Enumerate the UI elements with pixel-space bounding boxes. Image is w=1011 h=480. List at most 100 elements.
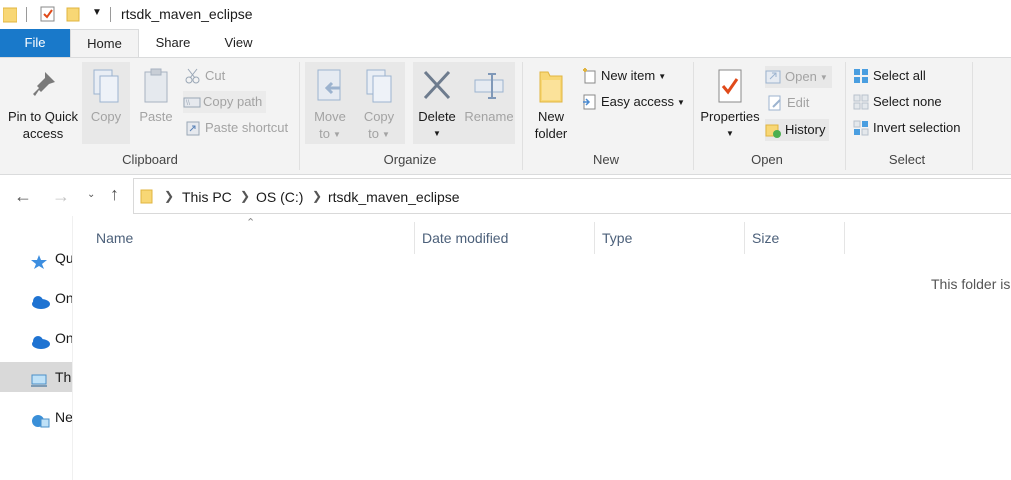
invert-selection-label: Invert selection [873,120,961,135]
open-icon [765,69,781,85]
nav-label: Ne [55,409,72,425]
address-bar[interactable]: ❯ This PC ❯ OS (C:) ❯ rtsdk_maven_eclips… [133,178,1011,214]
window-title: rtsdk_maven_eclipse [121,6,253,22]
cloud-icon [30,330,50,349]
breadcrumb-chevron-icon[interactable]: ❯ [240,189,250,203]
separator [110,7,111,22]
column-divider[interactable] [844,222,845,254]
pin-label-line2: access [22,126,64,141]
easy-access-label: Easy access [601,94,674,109]
pin-to-quick-access-button[interactable]: Pin to Quick access [4,68,82,142]
delete-x-icon [414,68,460,108]
column-divider[interactable] [594,222,595,254]
invert-selection-button[interactable]: Invert selection [853,117,960,139]
select-all-button[interactable]: Select all [853,65,926,87]
new-folder-button[interactable]: New folder [528,68,574,142]
nav-item-onedrive-2[interactable]: On [0,323,72,353]
column-header-date-modified[interactable]: Date modified [422,222,508,254]
new-group-label: New [592,152,619,167]
properties-button[interactable]: Properties ▼ [697,68,763,142]
new-item-button[interactable]: New item ▼ [581,65,666,87]
breadcrumb-current-folder[interactable]: rtsdk_maven_eclipse [328,189,460,205]
select-none-icon [853,94,869,110]
nav-item-quick-access[interactable]: Qu [0,243,72,273]
move-to-button[interactable]: Move to ▼ [307,68,353,143]
pin-icon [4,68,82,108]
open-button[interactable]: Open ▼ [765,66,832,88]
select-none-button[interactable]: Select none [853,91,942,113]
column-divider[interactable] [414,222,415,254]
edit-button[interactable]: Edit [767,92,809,114]
copy-icon [82,68,130,108]
rename-button[interactable]: Rename [463,68,515,125]
tab-share[interactable]: Share [139,29,207,57]
breadcrumb-this-pc[interactable]: This PC [182,189,232,205]
sort-up-icon: ⌃ [246,217,256,229]
up-arrow-icon[interactable]: ↑ [110,184,119,205]
open-label: Open [785,69,817,84]
column-header-size[interactable]: Size [752,222,779,254]
new-folder-label-2: folder [534,126,568,141]
back-arrow-icon[interactable]: ← [14,186,32,207]
properties-icon [697,68,763,108]
nav-label: Qu [55,250,72,266]
organize-group-label: Organize [383,152,437,167]
pin-label-line1: Pin to Quick [7,109,79,124]
tab-view[interactable]: View [207,29,270,57]
column-header-type[interactable]: Type [602,222,632,254]
nav-item-onedrive-1[interactable]: On [0,283,72,313]
dropdown-caret-icon: ▼ [676,97,685,107]
title-bar: ▼ rtsdk_maven_eclipse [0,0,1011,29]
copy-label: Copy [90,109,122,124]
dropdown-caret-icon: ▼ [332,130,341,140]
breadcrumb-chevron-icon[interactable]: ❯ [164,189,174,203]
cut-label: Cut [205,68,226,83]
paste-button[interactable]: Paste [133,68,179,125]
paste-label: Paste [139,109,173,124]
paste-shortcut-button[interactable]: Paste shortcut [185,117,288,139]
easy-access-button[interactable]: Easy access ▼ [581,91,685,113]
ribbon-tabs: File Home Share View [0,29,1011,57]
breadcrumb-drive[interactable]: OS (C:) [256,189,303,205]
scissors-icon [185,68,201,84]
tab-home[interactable]: Home [70,29,139,57]
copy-to-button[interactable]: Copy to ▼ [356,68,402,143]
dropdown-caret-icon: ▼ [381,130,390,140]
delete-button[interactable]: Delete ▼ [414,68,460,142]
svg-text:\\: \\ [186,100,190,107]
customize-toolbar-icon[interactable]: ▼ [92,7,102,18]
properties-quick-icon[interactable] [40,6,56,22]
select-all-icon [853,68,869,84]
paste-shortcut-icon [185,120,201,136]
column-header-name[interactable]: Name [96,222,133,254]
tab-file[interactable]: File [0,29,70,57]
empty-folder-message: This folder is [931,276,1011,292]
breadcrumb-chevron-icon[interactable]: ❯ [312,189,322,203]
computer-icon [30,369,48,387]
recent-locations-icon[interactable]: ⌄ [87,189,95,200]
history-button[interactable]: History [765,119,830,141]
ribbon-separator [522,62,523,170]
move-to-label-2: to [319,126,330,141]
network-icon [30,409,50,428]
new-folder-quick-icon[interactable] [66,6,80,22]
nav-item-this-pc[interactable]: Th [0,362,72,392]
copy-path-button[interactable]: \\ Copy path [183,91,267,113]
cut-button[interactable]: Cut [185,65,225,87]
navigation-pane: Qu On On Th Ne [0,216,73,480]
dropdown-caret-icon: ▼ [819,72,828,82]
open-group-label: Open [751,152,783,167]
forward-arrow-icon[interactable]: → [52,186,70,207]
delete-label: Delete [418,109,456,124]
new-folder-label-1: New [537,109,564,124]
copy-path-label: Copy path [203,94,263,109]
copy-to-icon [356,68,402,108]
copy-button[interactable]: Copy [82,68,130,125]
copy-to-label-2-wrap: to ▼ [356,125,402,143]
clipboard-group-label: Clipboard [122,152,178,167]
move-to-label-1: Move [314,109,346,124]
nav-item-network[interactable]: Ne [0,402,72,432]
edit-label: Edit [787,95,810,110]
dropdown-caret-icon: ▼ [726,129,734,138]
column-divider[interactable] [744,222,745,254]
